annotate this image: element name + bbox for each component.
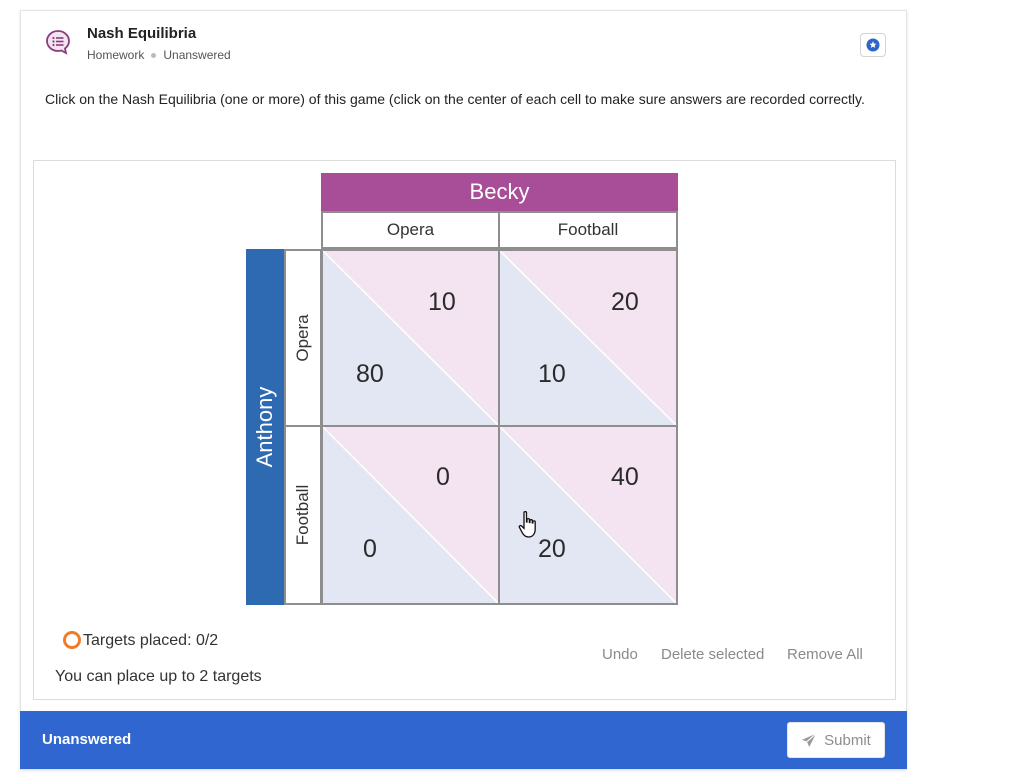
submit-button[interactable]: Submit: [787, 722, 885, 758]
payoff-becky-opera-football: 20: [611, 288, 639, 316]
payoff-anthony-opera-football: 10: [538, 360, 566, 388]
separator-dot: [151, 52, 157, 58]
row-header-opera: Opera: [284, 249, 322, 427]
remove-all-button[interactable]: Remove All: [787, 646, 863, 663]
column-header-opera: Opera: [321, 211, 500, 249]
submit-label: Submit: [824, 731, 871, 749]
row-header-football: Football: [284, 425, 322, 605]
game-panel: Becky Opera Football Anthony Opera Footb…: [33, 160, 896, 700]
row-player-label: Anthony: [252, 386, 277, 468]
payoff-becky-opera-opera: 10: [428, 288, 456, 316]
payoff-becky-football-football: 40: [611, 463, 639, 491]
row-header-opera-label: Opera: [293, 314, 312, 362]
targets-limit-text: You can place up to 2 targets: [55, 668, 262, 685]
delete-selected-button[interactable]: Delete selected: [661, 646, 764, 663]
send-icon: [802, 732, 817, 747]
targets-placed-count: Targets placed: 0/2: [83, 632, 219, 649]
payoff-anthony-football-opera: 0: [363, 535, 377, 563]
payoff-becky-football-opera: 0: [436, 463, 450, 491]
row-header-football-label: Football: [293, 484, 312, 546]
column-header-football: Football: [498, 211, 678, 249]
column-player-header: Becky: [321, 173, 678, 211]
payoff-anthony-opera-opera: 80: [356, 360, 384, 388]
undo-button[interactable]: Undo: [602, 646, 638, 663]
star-badge-icon: [866, 38, 880, 52]
footer-status: Unanswered: [42, 731, 132, 748]
question-prompt: Click on the Nash Equilibria (one or mor…: [45, 91, 865, 107]
bookmark-button[interactable]: [860, 33, 886, 57]
hand-pointer-icon: [518, 510, 536, 538]
answer-footer: Unanswered Submit: [20, 711, 907, 769]
question-status: Unanswered: [163, 48, 231, 62]
chat-list-icon: [46, 30, 70, 55]
payoff-anthony-football-football: 20: [538, 535, 566, 563]
row-player-header: Anthony: [246, 249, 284, 605]
question-card: Nash Equilibria Homework Unanswered Clic…: [20, 10, 907, 770]
question-title: Nash Equilibria: [87, 25, 197, 42]
question-type: Homework: [87, 48, 145, 62]
target-ring-icon: [63, 631, 81, 649]
question-meta: Homework Unanswered: [87, 48, 231, 62]
